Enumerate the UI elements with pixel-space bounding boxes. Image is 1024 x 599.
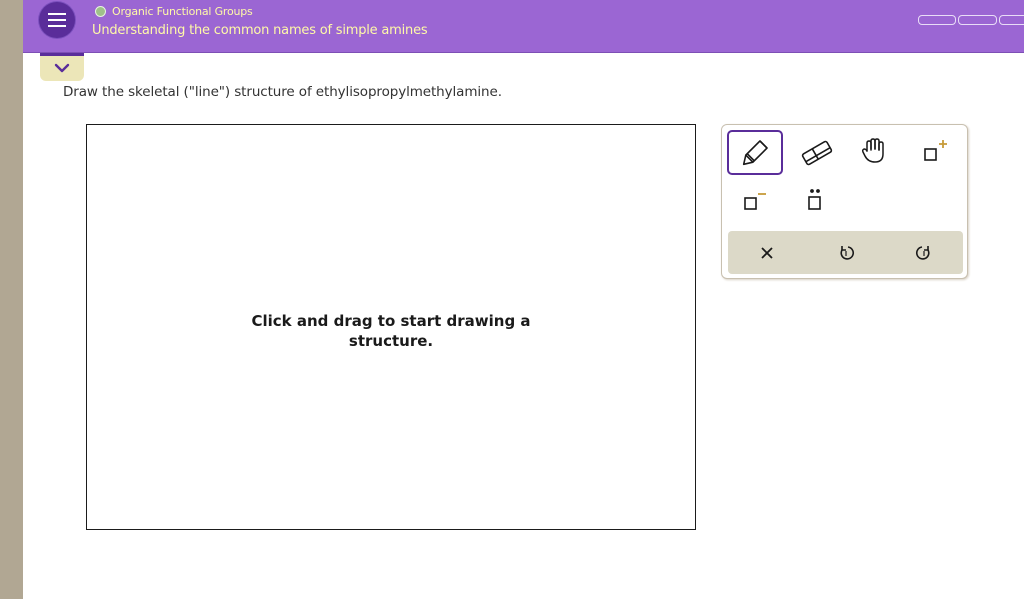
hand-icon — [861, 138, 884, 163]
action-bar — [728, 231, 963, 274]
progress-segment — [999, 15, 1024, 25]
collapse-toggle[interactable] — [40, 53, 84, 81]
menu-button[interactable] — [39, 2, 75, 38]
lesson-subtitle: Understanding the common names of simple… — [92, 23, 428, 38]
canvas-hint: Click and drag to start drawing a struct… — [87, 311, 695, 351]
pencil-icon — [742, 140, 768, 166]
undo-icon — [840, 246, 855, 260]
redo-icon — [915, 246, 930, 260]
progress-indicator — [918, 15, 1024, 25]
eraser-icon — [801, 140, 833, 166]
add-charge-tool-button[interactable] — [909, 132, 959, 174]
clear-icon — [761, 247, 773, 259]
redo-button[interactable] — [904, 237, 944, 269]
eraser-tool-button[interactable] — [792, 132, 842, 174]
header-bar: Organic Functional Groups Understanding … — [23, 0, 1024, 53]
drawing-canvas[interactable]: Click and drag to start drawing a struct… — [86, 124, 696, 530]
menu-line — [48, 19, 66, 21]
remove-charge-tool-button[interactable] — [732, 182, 782, 224]
progress-segment — [958, 15, 997, 25]
menu-line — [48, 25, 66, 27]
question-prompt: Draw the skeletal ("line") structure of … — [63, 84, 502, 100]
chevron-down-icon — [54, 63, 70, 73]
lone-pair-icon — [808, 189, 821, 210]
topic-status-dot — [95, 6, 106, 17]
canvas-hint-text: Click and drag to start drawing a struct… — [251, 312, 531, 350]
remove-charge-icon — [744, 193, 766, 210]
drawing-toolbar — [721, 124, 968, 279]
topic-title: Organic Functional Groups — [112, 5, 253, 18]
lone-pair-tool-button[interactable] — [790, 182, 840, 224]
progress-segment — [918, 15, 956, 25]
add-charge-icon — [924, 140, 947, 161]
menu-line — [48, 13, 66, 15]
clear-button[interactable] — [747, 237, 787, 269]
hand-tool-button[interactable] — [850, 132, 900, 174]
pencil-tool-button[interactable] — [727, 130, 783, 175]
left-margin-strip — [0, 0, 23, 599]
undo-button[interactable] — [826, 237, 866, 269]
